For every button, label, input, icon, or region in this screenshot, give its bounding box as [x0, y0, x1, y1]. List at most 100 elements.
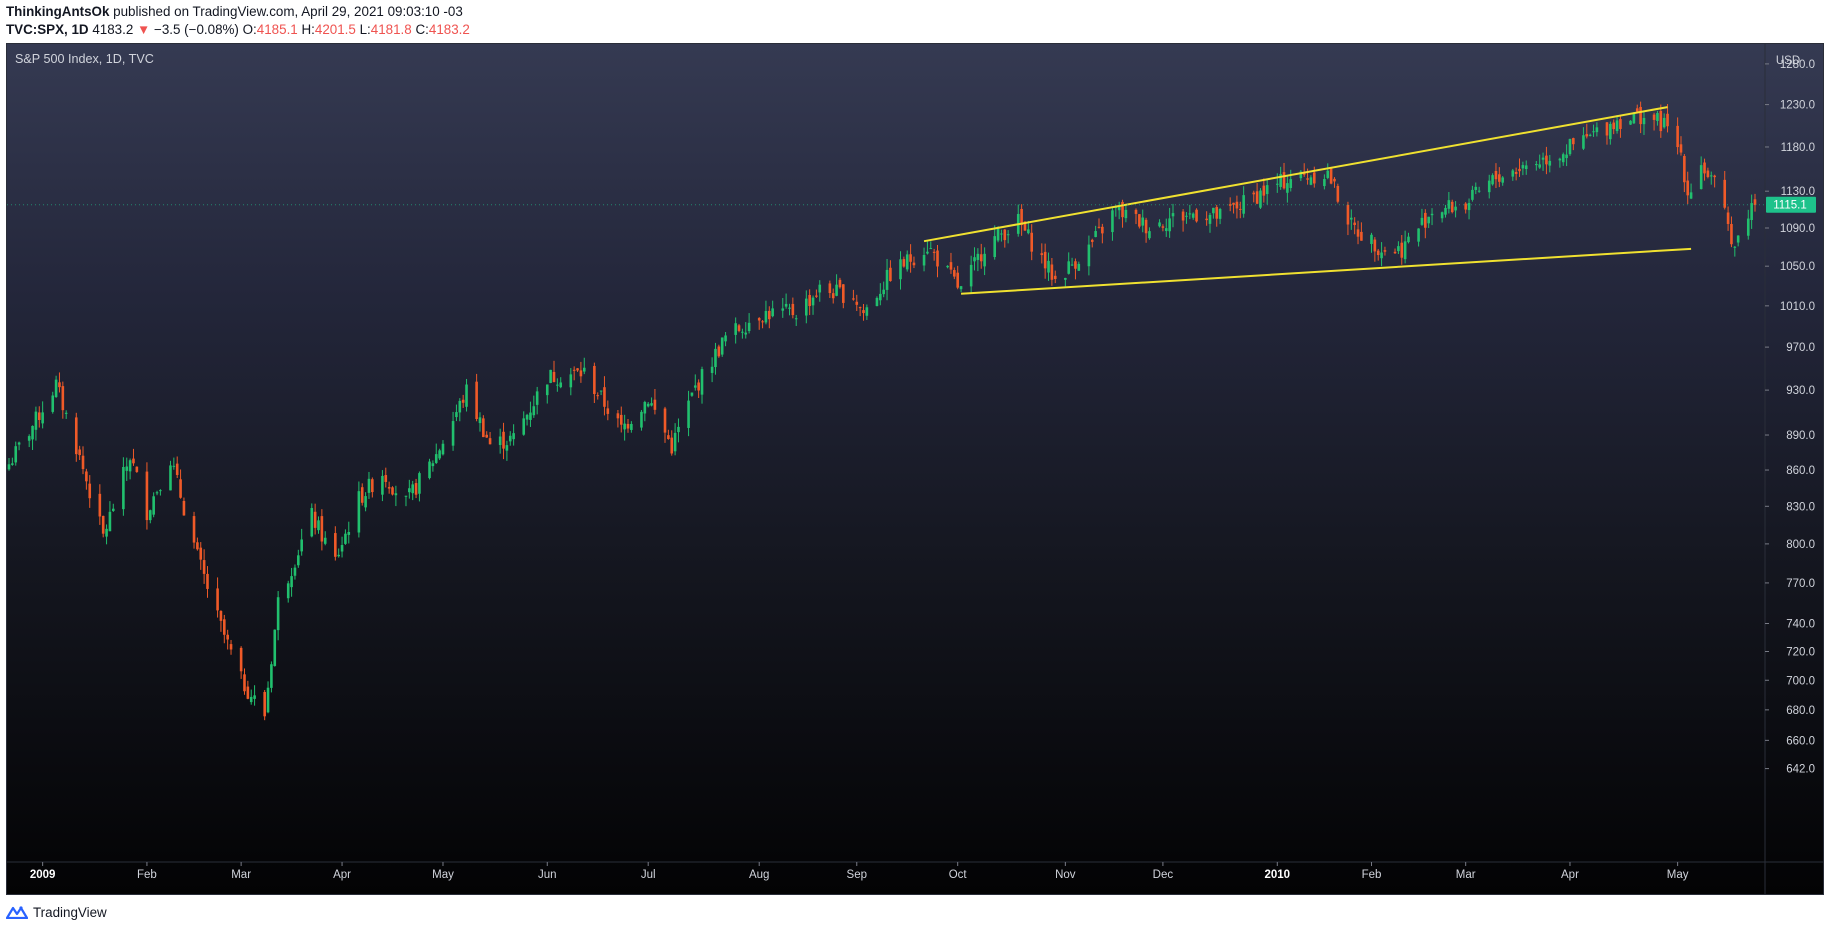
candle-body	[1521, 165, 1525, 169]
candle-body	[983, 253, 986, 267]
candle-body	[653, 399, 657, 410]
candle-body	[1444, 207, 1447, 215]
candle-body	[300, 539, 303, 552]
candle-body	[582, 367, 586, 372]
candle-body	[1403, 241, 1407, 260]
candle-body	[273, 629, 277, 666]
chart-pane[interactable]: USD 1280.0 1230.0 1180.0 1130.0 1090.0 1050.0 1…	[6, 43, 1824, 895]
candle-body	[993, 236, 996, 257]
candle-body	[78, 449, 81, 456]
candle-body	[202, 560, 206, 574]
price-tick-label: 930.0	[1786, 385, 1815, 397]
price-tick-label: 1050.0	[1780, 261, 1815, 273]
candle-body	[1232, 202, 1235, 205]
candle-body	[902, 259, 906, 267]
candle-body	[111, 508, 115, 511]
candle-body	[1070, 264, 1074, 266]
last-price-value: 1115.1	[1773, 200, 1806, 212]
candle-body	[438, 450, 441, 459]
candle-body	[340, 545, 344, 552]
price-tick-label: 800.0	[1786, 539, 1815, 551]
candle-body	[1676, 125, 1679, 148]
candle-body	[1077, 263, 1081, 271]
candle-body	[1326, 170, 1330, 178]
time-tick-label: Mar	[1456, 869, 1476, 881]
candle-body	[599, 390, 603, 392]
candle-body	[949, 262, 953, 270]
candle-body	[1040, 253, 1044, 256]
time-tick-label: Sep	[847, 869, 867, 881]
candle-body	[74, 417, 78, 455]
candle-body	[1074, 261, 1077, 269]
candle-body	[122, 466, 125, 510]
candle-body	[630, 423, 633, 430]
candle-body	[1477, 190, 1481, 192]
candle-body	[1605, 122, 1609, 136]
price-axis[interactable]: USD1280.01230.01180.01130.01090.01050.01…	[1764, 44, 1815, 894]
candle-body	[737, 325, 741, 331]
candle-body	[286, 583, 290, 599]
price-tick-label: 1130.0	[1781, 186, 1815, 198]
high-label: H:	[301, 21, 315, 37]
candle-body	[1356, 229, 1360, 237]
candle-body	[239, 647, 243, 672]
candle-body	[1561, 154, 1565, 163]
candle-body	[11, 463, 14, 465]
last-price-tag: 1115.1	[7, 196, 1816, 213]
candle-body	[818, 284, 822, 293]
candle-body	[976, 253, 980, 260]
candle-body	[1491, 175, 1494, 185]
low-label: L:	[359, 21, 371, 37]
candle-body	[1635, 108, 1639, 112]
time-tick-label: 2009	[30, 869, 56, 881]
candle-body	[794, 318, 798, 320]
candle-body	[1101, 226, 1104, 234]
candle-body	[488, 438, 492, 445]
candle-body	[1487, 180, 1491, 193]
candle-body	[465, 384, 468, 407]
candle-body	[912, 262, 916, 266]
candle-body	[899, 259, 902, 280]
candle-body	[569, 374, 573, 388]
candle-body	[842, 284, 845, 303]
price-tick-label: 720.0	[1786, 646, 1815, 658]
candle-body	[677, 426, 680, 433]
candle-body	[535, 391, 539, 405]
author-link[interactable]: ThinkingAntsOk	[6, 4, 109, 19]
candle-body	[1632, 113, 1636, 124]
candle-body	[108, 511, 112, 532]
tradingview-brand[interactable]: TradingView	[33, 905, 107, 920]
candle-body	[909, 254, 912, 262]
candle-body	[1467, 202, 1471, 211]
candle-body	[1662, 117, 1666, 128]
candle-body	[559, 382, 563, 388]
low-value: 4181.8	[370, 21, 412, 37]
candle-body	[808, 294, 811, 307]
candle-body	[1703, 162, 1706, 174]
candle-body	[320, 516, 324, 542]
candle-body	[1353, 222, 1356, 226]
candle-body	[764, 310, 768, 323]
time-tick-label: Jun	[538, 869, 557, 881]
candle-body	[552, 371, 556, 383]
candlestick-chart[interactable]: USD1280.01230.01180.01130.01090.01050.01…	[7, 44, 1823, 894]
candle-body	[263, 691, 266, 717]
candle-body	[175, 463, 179, 475]
candle-body	[1191, 213, 1195, 218]
footer: TradingView	[6, 900, 107, 924]
time-tick-label: Dec	[1153, 869, 1174, 881]
time-tick-label: Feb	[1362, 869, 1382, 881]
candle-body	[865, 307, 869, 316]
candle-body	[1501, 177, 1504, 183]
time-axis[interactable]: 2009 Feb Mar Apr May Jun Jul Aug Sep Oct Nov Dec 201…	[7, 861, 1823, 881]
candle-body	[761, 321, 764, 323]
candle-body	[862, 310, 865, 314]
candle-body	[549, 369, 552, 383]
candle-body	[1212, 207, 1215, 214]
candle-body	[714, 348, 717, 368]
time-tick-label: 2010	[1264, 869, 1290, 881]
candle-body	[323, 537, 327, 544]
candle-body	[1306, 178, 1309, 180]
price-tick-label: 1090.0	[1780, 223, 1815, 235]
candle-body	[1430, 213, 1434, 216]
